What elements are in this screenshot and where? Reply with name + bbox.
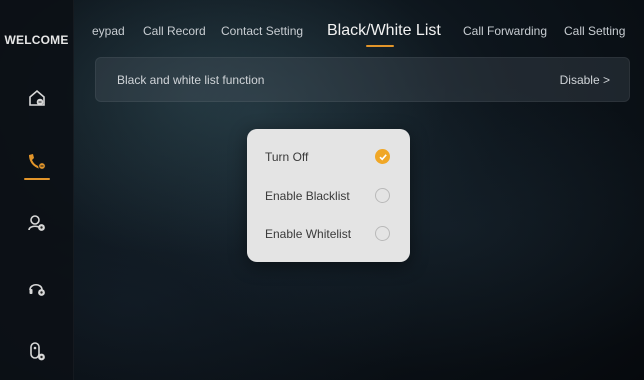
tab-keypad[interactable]: eypad <box>92 24 125 38</box>
tab-call-record[interactable]: Call Record <box>143 24 206 38</box>
checkmark-icon <box>378 153 387 160</box>
black-white-list-row[interactable]: Black and white list function Disable > <box>95 57 630 102</box>
active-indicator <box>24 178 50 180</box>
row-label: Black and white list function <box>117 73 265 87</box>
sidebar-item-call[interactable] <box>21 146 53 178</box>
tab-bar: eypad Call Record Contact Setting Black/… <box>92 0 644 62</box>
option-enable-whitelist[interactable]: Enable Whitelist <box>247 215 410 253</box>
phone-call-icon <box>29 154 46 170</box>
intercom-settings-icon <box>30 342 45 361</box>
option-label: Turn Off <box>265 150 309 164</box>
option-label: Enable Whitelist <box>265 227 352 241</box>
sidebar-item-headset[interactable] <box>21 272 53 304</box>
option-turn-off[interactable]: Turn Off <box>247 138 410 176</box>
sidebar-item-intercom[interactable] <box>21 336 53 368</box>
sidebar-item-user-settings[interactable] <box>21 207 53 239</box>
tab-black-white-list[interactable]: Black/White List <box>327 22 441 40</box>
tab-call-forwarding[interactable]: Call Forwarding <box>463 24 547 38</box>
mode-selection-popup: Turn Off Enable Blacklist Enable Whiteli… <box>247 129 410 262</box>
option-label: Enable Blacklist <box>265 189 350 203</box>
home-phone-icon <box>29 89 45 106</box>
sidebar-item-home[interactable] <box>21 82 53 114</box>
radio-unchecked-icon <box>375 188 390 203</box>
tab-contact-setting[interactable]: Contact Setting <box>221 24 303 38</box>
sidebar-title: WELCOME <box>4 33 69 47</box>
radio-checked-icon <box>375 149 390 164</box>
user-settings-icon <box>28 215 45 231</box>
tab-call-setting[interactable]: Call Setting <box>564 24 625 38</box>
tab-active-underline <box>366 45 394 47</box>
option-enable-blacklist[interactable]: Enable Blacklist <box>247 177 410 215</box>
sidebar: WELCOME <box>0 0 74 380</box>
headset-settings-icon <box>29 283 45 296</box>
row-value: Disable > <box>559 73 610 87</box>
radio-unchecked-icon <box>375 226 390 241</box>
